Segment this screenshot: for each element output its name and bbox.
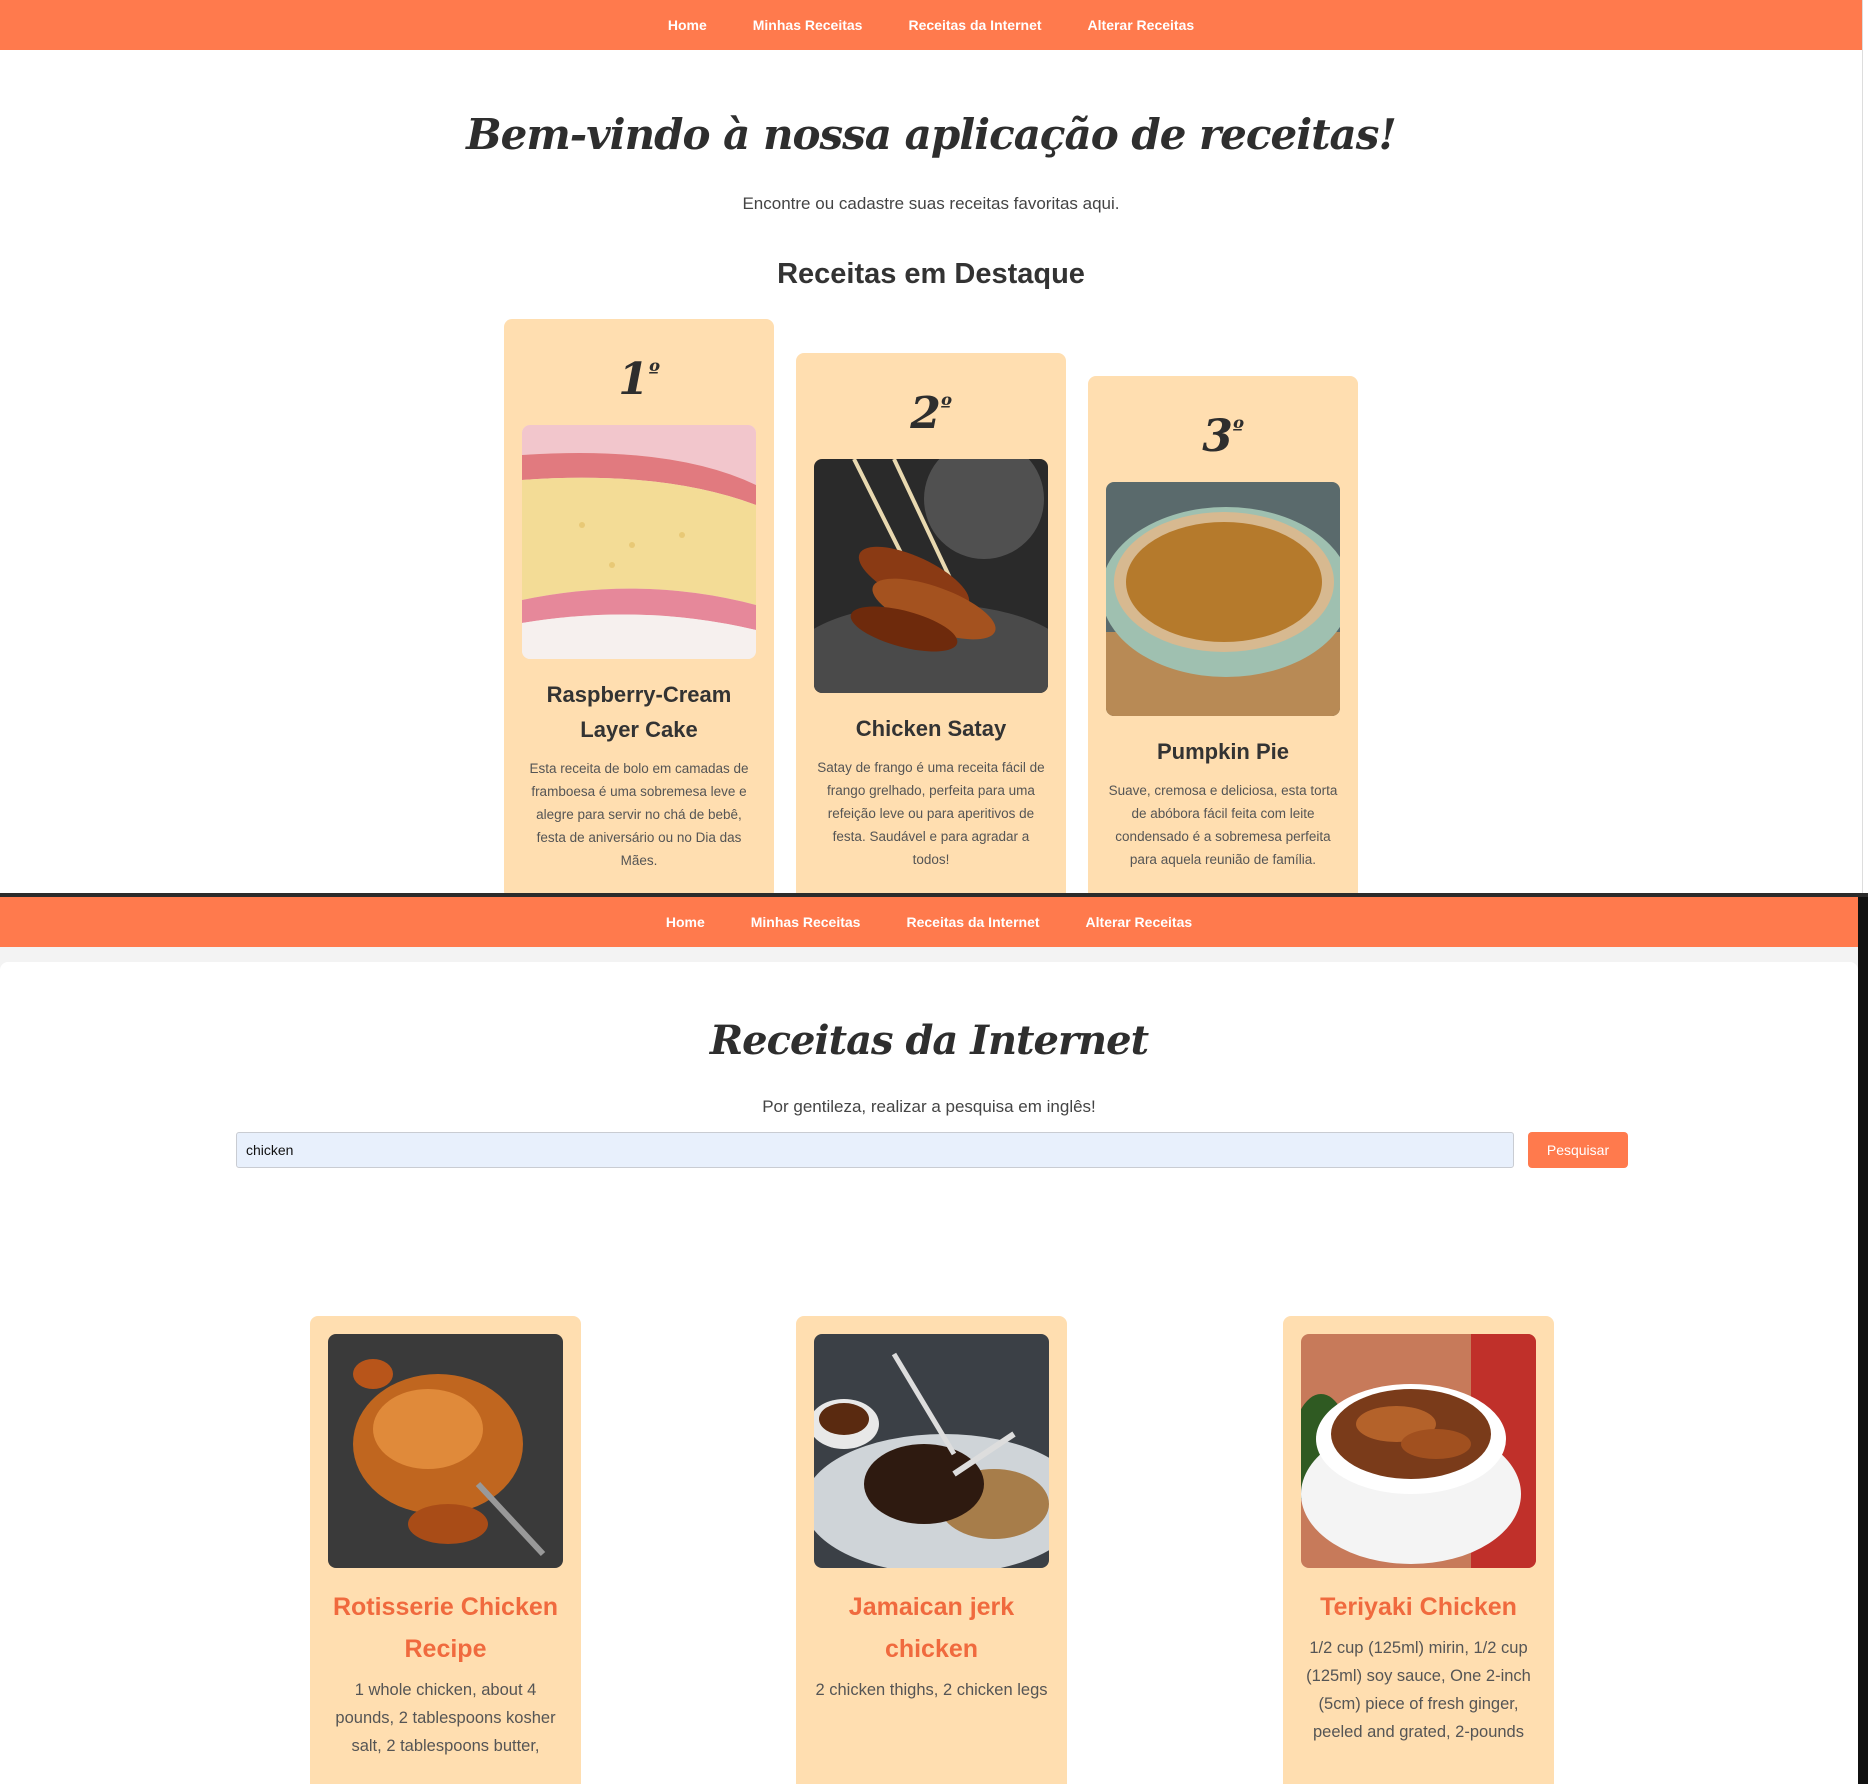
result-recipe-name[interactable]: Rotisserie Chicken Recipe <box>328 1586 563 1670</box>
internet-subtitle: Por gentileza, realizar a pesquisa em in… <box>762 1097 1096 1116</box>
page-scrollbar[interactable] <box>1862 0 1868 893</box>
featured-recipe-description: Satay de frango é uma receita fácil de f… <box>817 760 1045 867</box>
featured-heading: Receitas em Destaque <box>777 258 1085 290</box>
result-card-2[interactable]: Jamaican jerk chicken 2 chicken thighs, … <box>796 1316 1067 1784</box>
home-page: Bem-vindo à nossa aplicação de receitas!… <box>0 50 1862 893</box>
top-nav: Home Minhas Receitas Receitas da Interne… <box>0 897 1858 947</box>
nav-minhas-receitas-link[interactable]: Minhas Receitas <box>753 17 863 33</box>
nav-receitas-internet-link[interactable]: Receitas da Internet <box>906 914 1039 930</box>
result-card-3[interactable]: Teriyaki Chicken 1/2 cup (125ml) mirin, … <box>1283 1316 1554 1784</box>
featured-card-2[interactable]: 2º Chicken Satay Satay de frango é uma r… <box>796 353 1066 893</box>
result-recipe-ingredients: 2 chicken thighs, 2 chicken legs <box>815 1681 1048 1699</box>
nav-receitas-internet-link[interactable]: Receitas da Internet <box>908 17 1041 33</box>
nav-minhas-receitas-link[interactable]: Minhas Receitas <box>751 914 861 930</box>
featured-recipe-name: Chicken Satay <box>855 716 1007 741</box>
featured-recipe-description: Esta receita de bolo em camadas de framb… <box>529 761 749 868</box>
rank-badge: 2º <box>910 388 952 439</box>
featured-recipe-name: Pumpkin Pie <box>1156 739 1290 764</box>
welcome-heading: Bem-vindo à nossa aplicação de receitas! <box>466 110 1397 159</box>
cake-image <box>522 425 756 659</box>
result-recipe-name[interactable]: Jamaican jerk chicken <box>814 1586 1049 1670</box>
search-button[interactable]: Pesquisar <box>1528 1132 1628 1168</box>
result-recipe-ingredients: 1 whole chicken, about 4 pounds, 2 table… <box>335 1681 556 1755</box>
internet-recipes-page: Receitas da Internet Por gentileza, real… <box>0 947 1858 1784</box>
nav-alterar-receitas-link[interactable]: Alterar Receitas <box>1086 914 1193 930</box>
featured-card-3[interactable]: 3º Pumpkin Pie Suave, cremosa e delicios… <box>1088 376 1358 893</box>
search-input[interactable] <box>236 1132 1514 1168</box>
rotisserie-chicken-image <box>328 1334 563 1568</box>
nav-alterar-receitas-link[interactable]: Alterar Receitas <box>1088 17 1195 33</box>
content-panel: Receitas da Internet Por gentileza, real… <box>0 962 1858 1784</box>
teriyaki-chicken-image <box>1301 1334 1536 1568</box>
satay-image <box>814 459 1048 693</box>
result-recipe-name[interactable]: Teriyaki Chicken <box>1301 1586 1536 1628</box>
welcome-subtitle: Encontre ou cadastre suas receitas favor… <box>742 194 1120 213</box>
featured-recipe-name: Raspberry-Cream Layer Cake <box>546 682 732 742</box>
featured-recipe-description: Suave, cremosa e deliciosa, esta torta d… <box>1108 783 1338 867</box>
pumpkin-pie-image <box>1106 482 1340 716</box>
internet-heading: Receitas da Internet <box>709 1017 1149 1064</box>
top-nav: Home Minhas Receitas Receitas da Interne… <box>0 0 1862 50</box>
nav-home-link[interactable]: Home <box>668 17 707 33</box>
window-edge <box>1858 897 1868 1784</box>
nav-home-link[interactable]: Home <box>666 914 705 930</box>
result-recipe-ingredients: 1/2 cup (125ml) mirin, 1/2 cup (125ml) s… <box>1306 1639 1531 1741</box>
featured-card-1[interactable]: 1º Raspberry-Cream Layer Cake Esta recei… <box>504 319 774 893</box>
rank-badge: 1º <box>618 354 660 405</box>
rank-badge: 3º <box>1202 411 1244 462</box>
result-card-1[interactable]: Rotisserie Chicken Recipe 1 whole chicke… <box>310 1316 581 1784</box>
jerk-chicken-image <box>814 1334 1049 1568</box>
